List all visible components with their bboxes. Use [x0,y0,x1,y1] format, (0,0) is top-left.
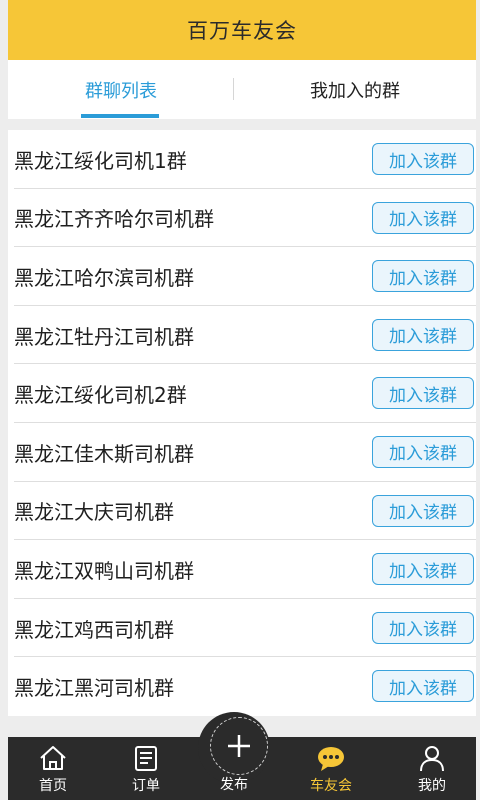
tab-joined-groups-label: 我加入的群 [310,80,400,102]
publish-label: 发布 [220,777,248,793]
group-name: 黑龙江齐齐哈尔司机群 [14,207,214,232]
group-name: 黑龙江哈尔滨司机群 [14,265,194,290]
list-item: 黑龙江双鸭山司机群 加入该群 [8,540,476,599]
group-name: 黑龙江绥化司机1群 [14,148,187,173]
publish-button[interactable]: 发布 [193,712,275,800]
nav-mine-label: 我的 [418,778,446,794]
publish-ring [210,717,268,775]
nav-car-club-label: 车友会 [310,778,352,794]
order-icon [135,746,157,771]
join-group-button[interactable]: 加入该群 [372,435,474,468]
join-group-button[interactable]: 加入该群 [372,260,474,293]
nav-order-label: 订单 [132,778,160,794]
tab-group-list[interactable]: 群聊列表 [8,60,234,119]
list-item: 黑龙江绥化司机1群 加入该群 [8,130,476,189]
nav-home[interactable]: 首页 [13,737,93,800]
join-group-button[interactable]: 加入该群 [372,377,474,410]
app-header: 百万车友会 [8,0,476,60]
group-name: 黑龙江鸡西司机群 [14,617,174,642]
group-name: 黑龙江黑河司机群 [14,676,174,701]
tab-joined-groups[interactable]: 我加入的群 [234,60,476,119]
join-group-button[interactable]: 加入该群 [372,201,474,234]
nav-home-label: 首页 [39,778,67,794]
list-item: 黑龙江齐齐哈尔司机群 加入该群 [8,189,476,248]
page-title: 百万车友会 [187,19,297,43]
join-group-button[interactable]: 加入该群 [372,611,474,644]
group-name: 黑龙江佳木斯司机群 [14,441,194,466]
left-edge [0,0,8,800]
group-name: 黑龙江双鸭山司机群 [14,558,194,583]
join-group-button[interactable]: 加入该群 [372,143,474,175]
join-group-button[interactable]: 加入该群 [372,670,474,703]
list-item: 黑龙江黑河司机群 加入该群 [8,657,476,716]
group-name: 黑龙江牡丹江司机群 [14,324,194,349]
join-group-button[interactable]: 加入该群 [372,318,474,351]
nav-mine[interactable]: 我的 [392,737,472,800]
group-list: 黑龙江绥化司机1群 加入该群 黑龙江齐齐哈尔司机群 加入该群 黑龙江哈尔滨司机群… [8,130,476,716]
nav-car-club[interactable]: 车友会 [291,737,371,800]
list-item: 黑龙江大庆司机群 加入该群 [8,482,476,541]
list-item: 黑龙江哈尔滨司机群 加入该群 [8,247,476,306]
plus-icon [228,735,250,757]
join-group-button[interactable]: 加入该群 [372,494,474,527]
nav-order[interactable]: 订单 [106,737,186,800]
group-name: 黑龙江绥化司机2群 [14,383,187,408]
list-item: 黑龙江绥化司机2群 加入该群 [8,364,476,423]
right-edge [476,0,480,800]
tab-bar: 群聊列表 我加入的群 [8,60,476,119]
user-icon [420,746,444,772]
home-icon [40,746,66,770]
chat-bubble-icon [318,747,344,771]
join-group-button[interactable]: 加入该群 [372,553,474,586]
list-item: 黑龙江佳木斯司机群 加入该群 [8,423,476,482]
tab-group-list-label: 群聊列表 [85,80,157,102]
list-item: 黑龙江鸡西司机群 加入该群 [8,599,476,658]
active-tab-indicator [81,114,159,118]
list-item: 黑龙江牡丹江司机群 加入该群 [8,306,476,365]
group-name: 黑龙江大庆司机群 [14,500,174,525]
